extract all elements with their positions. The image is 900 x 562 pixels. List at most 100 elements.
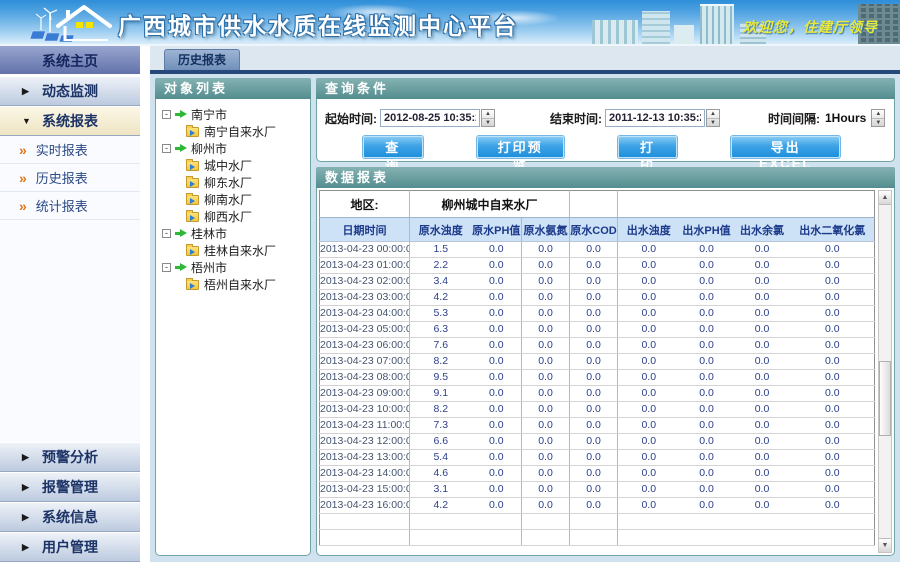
sidebar-item-label: 预警分析 — [42, 447, 98, 467]
cell-value: 0.0 — [734, 290, 791, 306]
cell-value: 0.0 — [618, 402, 680, 418]
cell-datetime: 2013-04-23 10:00:00 — [320, 402, 410, 418]
sidebar-item-system-info[interactable]: ▶ 系统信息 — [0, 502, 140, 532]
welcome-text: 欢迎您，住建厅领导 — [743, 17, 878, 37]
scroll-down-button[interactable]: ▼ — [879, 538, 891, 552]
query-button[interactable]: 查询 — [363, 136, 423, 158]
table-row[interactable]: 2013-04-23 07:00:008.20.00.00.00.00.00.0… — [320, 354, 875, 370]
end-time-input[interactable] — [605, 109, 705, 127]
cell-value: 0.0 — [522, 290, 570, 306]
tree-plant-node[interactable]: 南宁自来水厂 — [186, 123, 306, 140]
table-row[interactable]: 2013-04-23 03:00:004.20.00.00.00.00.00.0… — [320, 290, 875, 306]
table-row[interactable]: 2013-04-23 05:00:006.30.00.00.00.00.00.0… — [320, 322, 875, 338]
chevron-right-icon: ▶ — [22, 542, 34, 553]
tree-plant-node[interactable]: 柳西水厂 — [186, 208, 306, 225]
sidebar-item-history-report[interactable]: » 历史报表 — [0, 164, 140, 192]
sidebar-item-system-reports[interactable]: ▼ 系统报表 — [0, 106, 140, 136]
cell-datetime: 2013-04-23 01:00:00 — [320, 258, 410, 274]
cell-datetime: 2013-04-23 02:00:00 — [320, 274, 410, 290]
tree-plant-node[interactable]: 柳南水厂 — [186, 191, 306, 208]
end-time-spinner[interactable]: ▲ ▼ — [706, 109, 720, 127]
cell-value: 0.0 — [522, 402, 570, 418]
spinner-down-icon[interactable]: ▼ — [482, 119, 494, 127]
cell-datetime: 2013-04-23 00:00:00 — [320, 242, 410, 258]
table-row[interactable]: 2013-04-23 16:00:004.20.00.00.00.00.00.0… — [320, 498, 875, 514]
table-row[interactable]: 2013-04-23 12:00:006.60.00.00.00.00.00.0… — [320, 434, 875, 450]
spinner-down-icon[interactable]: ▼ — [872, 119, 884, 127]
cell-value: 0.0 — [522, 498, 570, 514]
table-row[interactable]: 2013-04-23 02:00:003.40.00.00.00.00.00.0… — [320, 274, 875, 290]
cell-value: 0.0 — [570, 386, 618, 402]
cell-datetime: 2013-04-23 03:00:00 — [320, 290, 410, 306]
spinner-up-icon[interactable]: ▲ — [482, 110, 494, 119]
cell-value: 5.3 — [410, 306, 472, 322]
table-row[interactable]: 2013-04-23 09:00:009.10.00.00.00.00.00.0… — [320, 386, 875, 402]
branch-icon: » — [19, 170, 27, 186]
tree-collapse-icon[interactable]: - — [162, 144, 171, 153]
cell-datetime: 2013-04-23 11:00:00 — [320, 418, 410, 434]
tree-plant-node[interactable]: 柳东水厂 — [186, 174, 306, 191]
tree-city-node[interactable]: -柳州市 — [162, 140, 306, 157]
folder-icon — [186, 178, 199, 188]
cell-value: 0.0 — [522, 354, 570, 370]
tree-plant-label: 南宁自来水厂 — [204, 123, 276, 140]
report-table: 地区: 柳州城中自来水厂 日期时间原水浊度原水PH值原水氨氮原水COD出水浊度出… — [319, 190, 875, 546]
cell-value: 0.0 — [472, 466, 522, 482]
spinner-down-icon[interactable]: ▼ — [707, 119, 719, 127]
table-row[interactable]: 2013-04-23 06:00:007.60.00.00.00.00.00.0… — [320, 338, 875, 354]
sidebar-item-label: 动态监测 — [42, 81, 98, 101]
table-row[interactable]: 2013-04-23 00:00:001.50.00.00.00.00.00.0… — [320, 242, 875, 258]
cell-value: 0.0 — [472, 258, 522, 274]
cell-value: 4.2 — [410, 498, 472, 514]
table-row[interactable]: 2013-04-23 04:00:005.30.00.00.00.00.00.0… — [320, 306, 875, 322]
sidebar-item-statistics-report[interactable]: » 统计报表 — [0, 192, 140, 220]
sidebar-item-warning-analysis[interactable]: ▶ 预警分析 — [0, 442, 140, 472]
table-row[interactable]: 2013-04-23 11:00:007.30.00.00.00.00.00.0… — [320, 418, 875, 434]
cell-value: 0.0 — [791, 386, 875, 402]
start-time-input[interactable] — [380, 109, 480, 127]
scrollbar-thumb[interactable] — [879, 361, 891, 436]
table-row[interactable]: 2013-04-23 14:00:004.60.00.00.00.00.00.0… — [320, 466, 875, 482]
cell-value: 0.0 — [791, 402, 875, 418]
column-header: 出水余氯 — [734, 218, 791, 242]
tree-collapse-icon[interactable]: - — [162, 110, 171, 119]
cell-value: 0.0 — [734, 322, 791, 338]
tree-city-node[interactable]: -桂林市 — [162, 225, 306, 242]
cell-value: 0.0 — [472, 370, 522, 386]
tree-city-node[interactable]: -南宁市 — [162, 106, 306, 123]
table-scrollbar[interactable]: ▲ ▼ — [878, 190, 892, 553]
tree-collapse-icon[interactable]: - — [162, 263, 171, 272]
table-row[interactable]: 2013-04-23 10:00:008.20.00.00.00.00.00.0… — [320, 402, 875, 418]
cell-value: 6.3 — [410, 322, 472, 338]
tree-collapse-icon[interactable]: - — [162, 229, 171, 238]
table-row[interactable]: 2013-04-23 13:00:005.40.00.00.00.00.00.0… — [320, 450, 875, 466]
sidebar-item-realtime-report[interactable]: » 实时报表 — [0, 136, 140, 164]
table-row[interactable]: 2013-04-23 15:00:003.10.00.00.00.00.00.0… — [320, 482, 875, 498]
cell-datetime: 2013-04-23 13:00:00 — [320, 450, 410, 466]
tree-plant-node[interactable]: 梧州自来水厂 — [186, 276, 306, 293]
branch-icon: » — [19, 198, 27, 214]
sidebar-item-alarm-management[interactable]: ▶ 报警管理 — [0, 472, 140, 502]
scroll-up-button[interactable]: ▲ — [879, 191, 891, 205]
cell-value: 0.0 — [472, 338, 522, 354]
spinner-up-icon[interactable]: ▲ — [872, 110, 884, 119]
sidebar-item-dynamic-monitoring[interactable]: ▶ 动态监测 — [0, 76, 140, 106]
folder-icon — [186, 280, 199, 290]
print-preview-button[interactable]: 打印预览 — [477, 136, 564, 158]
interval-spinner[interactable]: ▲ ▼ — [871, 109, 885, 127]
table-row[interactable]: 2013-04-23 08:00:009.50.00.00.00.00.00.0… — [320, 370, 875, 386]
tree-city-node[interactable]: -梧州市 — [162, 259, 306, 276]
tab-history-report[interactable]: 历史报表 — [164, 49, 240, 70]
cell-value: 0.0 — [570, 354, 618, 370]
sidebar-item-user-management[interactable]: ▶ 用户管理 — [0, 532, 140, 562]
cell-datetime: 2013-04-23 06:00:00 — [320, 338, 410, 354]
sidebar-item-home[interactable]: 系统主页 — [0, 46, 140, 76]
tree-plant-node[interactable]: 桂林自来水厂 — [186, 242, 306, 259]
spinner-up-icon[interactable]: ▲ — [707, 110, 719, 119]
export-excel-button[interactable]: 导出EXCEL — [731, 136, 840, 158]
table-row[interactable]: 2013-04-23 01:00:002.20.00.00.00.00.00.0… — [320, 258, 875, 274]
cell-value: 0.0 — [618, 338, 680, 354]
tree-plant-node[interactable]: 城中水厂 — [186, 157, 306, 174]
start-time-spinner[interactable]: ▲ ▼ — [481, 109, 495, 127]
print-button[interactable]: 打印 — [618, 136, 678, 158]
